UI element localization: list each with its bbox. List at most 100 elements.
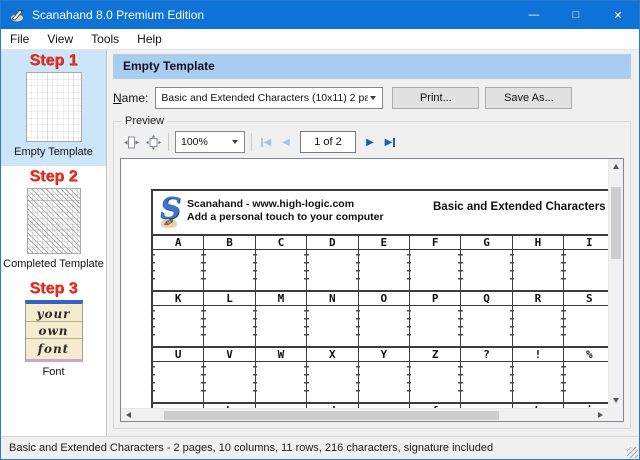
- last-page-button[interactable]: ▶: [380, 131, 400, 153]
- grid-letter-cell: W: [256, 348, 308, 361]
- step3-caption: Font: [42, 366, 65, 378]
- steps-sidebar: Step 1 Empty Template Step 2 Completed T…: [1, 50, 107, 436]
- window-title: Scanahand 8.0 Premium Edition: [32, 8, 205, 22]
- grid-writing-cell: [253, 250, 309, 290]
- grid-writing-cell: [150, 250, 206, 290]
- grid-letter-cell: L: [204, 292, 256, 305]
- menu-help[interactable]: Help: [128, 29, 171, 49]
- horizontal-scroll-thumb[interactable]: [164, 411, 499, 420]
- font-thumbnail: your own font: [24, 300, 83, 362]
- template-name-value: Basic and Extended Characters (10x11) 2 …: [161, 92, 369, 104]
- scroll-right-icon[interactable]: [598, 412, 603, 418]
- grid-writing-cell: [458, 362, 515, 402]
- grid-letter-cell: M: [256, 292, 308, 305]
- grid-writing-cell: [253, 362, 309, 402]
- template-page-title: Basic and Extended Characters: [433, 201, 606, 213]
- previous-page-icon: ◀: [282, 136, 290, 148]
- app-window: Scanahand 8.0 Premium Edition — □ ✕ File…: [0, 0, 640, 460]
- step3-title: Step 3: [29, 280, 78, 297]
- template-name-select[interactable]: Basic and Extended Characters (10x11) 2 …: [155, 87, 384, 109]
- close-icon[interactable]: ✕: [597, 1, 639, 29]
- grid-letter-cell: ?: [461, 348, 513, 361]
- menu-tools[interactable]: Tools: [82, 29, 128, 49]
- step1-title: Step 1: [29, 52, 78, 69]
- previous-page-button[interactable]: ◀: [276, 131, 296, 153]
- page-indicator[interactable]: 1 of 2: [300, 131, 356, 153]
- grid-writing-cell: [356, 306, 412, 346]
- preview-group-label: Preview: [122, 115, 168, 127]
- menu-view[interactable]: View: [38, 29, 82, 49]
- template-page: S ✎ Scanahand - www.high-logic.com Add a…: [150, 189, 623, 421]
- step1-caption: Empty Template: [14, 146, 93, 158]
- scrollbar-corner: [608, 408, 623, 421]
- fit-page-button[interactable]: [142, 131, 164, 153]
- grid-letter-row: U V W X Y Z?!%: [153, 346, 623, 362]
- last-page-icon: [393, 137, 396, 147]
- completed-template-thumbnail: [26, 188, 81, 254]
- print-button[interactable]: Print...: [392, 87, 480, 109]
- scroll-up-icon[interactable]: [613, 164, 619, 169]
- section-header: Empty Template: [113, 54, 631, 79]
- first-page-button[interactable]: ◀: [256, 131, 276, 153]
- grid-writing-cell: [201, 362, 258, 402]
- grid-writing-cell: [201, 306, 258, 346]
- grid-writing-cell: [304, 362, 360, 402]
- title-bar: Scanahand 8.0 Premium Edition — □ ✕: [1, 1, 639, 29]
- font-thumb-line: your: [25, 307, 82, 322]
- sidebar-item-empty-template[interactable]: Step 1 Empty Template: [1, 50, 106, 166]
- fit-width-icon: [123, 136, 139, 148]
- toolbar-separator: [168, 133, 169, 151]
- grid-letter-row: KLMNOPQRS: [153, 290, 623, 306]
- grid-letter-cell: G: [461, 236, 513, 249]
- brand-line1: Scanahand - www.high-logic.com: [187, 198, 355, 210]
- grid-writing-cell: [458, 250, 515, 290]
- grid-letter-cell: U: [153, 348, 205, 361]
- grid-writing-cell: [407, 362, 463, 402]
- preview-viewport: S ✎ Scanahand - www.high-logic.com Add a…: [120, 158, 624, 422]
- step2-title: Step 2: [29, 168, 78, 185]
- preview-toolbar: 100% ◀ ◀ 1 of 2 ▶ ▶: [120, 130, 624, 154]
- grid-letter-cell: C: [256, 236, 308, 249]
- grid-letter-cell: R: [513, 292, 565, 305]
- scroll-left-icon[interactable]: [126, 412, 131, 418]
- grid-writing-row: [150, 362, 623, 402]
- vertical-scroll-thumb[interactable]: [611, 187, 621, 259]
- template-page-header: S ✎ Scanahand - www.high-logic.com Add a…: [153, 191, 623, 234]
- grid-letter-cell: O: [359, 292, 410, 305]
- sidebar-item-font[interactable]: Step 3 your own font Font: [1, 278, 106, 386]
- menu-file[interactable]: File: [1, 29, 38, 49]
- zoom-select[interactable]: 100%: [175, 131, 245, 153]
- resize-grip-icon[interactable]: [627, 447, 638, 458]
- next-page-button[interactable]: ▶: [360, 131, 380, 153]
- scanahand-logo: S ✎: [153, 191, 187, 231]
- grid-writing-cell: [356, 362, 412, 402]
- grid-writing-row: [150, 306, 623, 346]
- grid-letter-row: ABCDEFGHI: [153, 234, 623, 250]
- last-page-icon: ▶: [384, 136, 393, 148]
- content-area: Step 1 Empty Template Step 2 Completed T…: [1, 50, 639, 436]
- next-page-icon: ▶: [366, 136, 374, 148]
- horizontal-scrollbar[interactable]: [121, 408, 608, 421]
- grid-writing-cell: [407, 306, 463, 346]
- step2-caption: Completed Template: [3, 258, 104, 270]
- fit-width-button[interactable]: [120, 131, 142, 153]
- grid-letter-cell: B: [204, 236, 256, 249]
- scroll-down-icon[interactable]: [613, 398, 619, 403]
- grid-writing-cell: [201, 250, 258, 290]
- grid-writing-cell: [510, 250, 566, 290]
- status-text: Basic and Extended Characters - 2 pages,…: [9, 442, 494, 454]
- grid-letter-cell: !: [513, 348, 565, 361]
- font-thumb-line: font: [37, 341, 70, 356]
- grid-letter-cell: F: [410, 236, 462, 249]
- save-as-button[interactable]: Save As...: [485, 87, 573, 109]
- toolbar-separator: [251, 133, 252, 151]
- main-panel: Empty Template Name: Basic and Extended …: [107, 50, 639, 436]
- minimize-icon[interactable]: —: [513, 1, 555, 29]
- chevron-down-icon: [232, 140, 238, 144]
- vertical-scrollbar[interactable]: [608, 159, 623, 408]
- grid-letter-cell: A: [153, 236, 205, 249]
- brand-text: Scanahand - www.high-logic.com Add a per…: [187, 198, 384, 224]
- sidebar-item-completed-template[interactable]: Step 2 Completed Template: [1, 166, 106, 278]
- maximize-icon[interactable]: □: [555, 1, 597, 29]
- grid-letter-cell: Q: [461, 292, 513, 305]
